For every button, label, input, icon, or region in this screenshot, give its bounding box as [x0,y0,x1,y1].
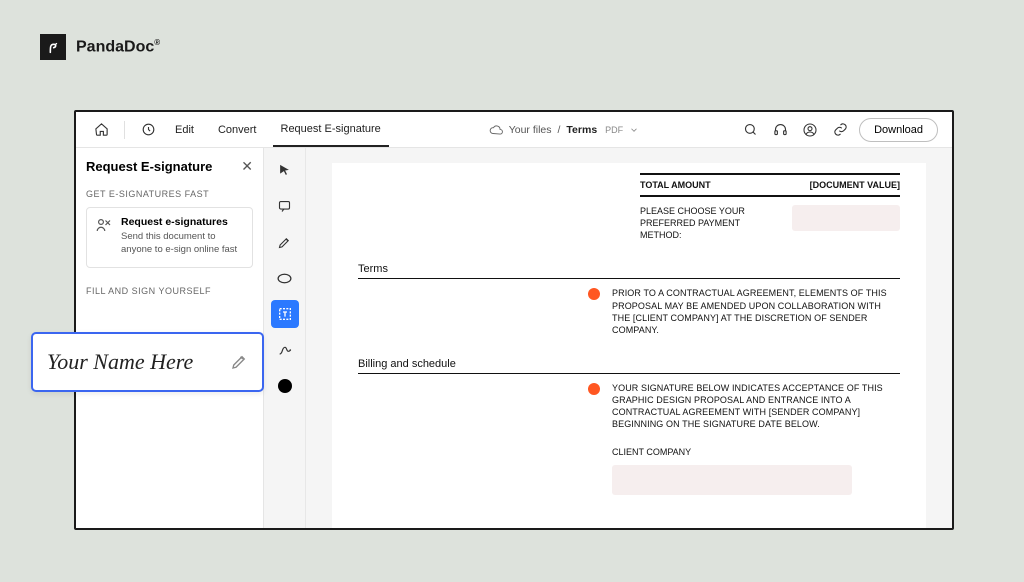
recent-icon[interactable] [137,119,159,141]
crumb-current[interactable]: Terms [566,124,597,136]
client-company-label: CLIENT COMPANY [612,447,900,457]
section-get-fast-label: GET E-SIGNATURES FAST [86,189,253,199]
section-rule [358,373,900,374]
topbar: Edit Convert Request E-signature Your fi… [76,112,952,148]
bullet-dot-icon [588,288,600,300]
pen-icon[interactable] [271,228,299,256]
request-esign-card[interactable]: Request e-signatures Send this document … [86,207,253,268]
draw-icon[interactable] [271,336,299,364]
brand-mark-icon [40,34,66,60]
file-type-badge: PDF [605,125,623,135]
panel-title: Request E-signature [86,159,212,174]
brand-logo: PandaDoc® [40,34,160,60]
app-window: Edit Convert Request E-signature Your fi… [74,110,954,530]
home-icon[interactable] [90,119,112,141]
total-amount-value: [DOCUMENT VALUE] [810,180,900,190]
headphones-icon[interactable] [769,119,791,141]
lasso-icon[interactable] [271,264,299,292]
total-amount-label: TOTAL AMOUNT [640,180,711,190]
crumb-root[interactable]: Your files [509,124,552,136]
tab-edit[interactable]: Edit [167,112,202,147]
section-fill-sign-label: FILL AND SIGN YOURSELF [86,286,253,296]
tab-request-esignature[interactable]: Request E-signature [273,112,389,147]
payment-method-field[interactable] [792,205,900,231]
bullet-dot-icon [588,383,600,395]
section-billing-heading: Billing and schedule [358,358,900,370]
account-icon[interactable] [799,119,821,141]
client-signature-field[interactable] [612,465,852,495]
people-sign-icon [95,216,113,234]
download-button[interactable]: Download [859,118,938,142]
chevron-down-icon[interactable] [629,125,639,135]
document-canvas[interactable]: TOTAL AMOUNT [DOCUMENT VALUE] PLEASE CHO… [306,148,952,528]
section-terms-heading: Terms [358,263,900,275]
card-title: Request e-signatures [121,216,244,228]
tab-convert[interactable]: Convert [210,112,265,147]
link-icon[interactable] [829,119,851,141]
signature-field[interactable]: Your Name Here [31,332,264,392]
payment-method-label: PLEASE CHOOSE YOUR PREFERRED PAYMENT MET… [640,205,780,241]
terms-text: PRIOR TO A CONTRACTUAL AGREEMENT, ELEMEN… [612,287,900,336]
cloud-icon [489,123,503,137]
separator [124,121,125,139]
search-icon[interactable] [739,119,761,141]
billing-text: YOUR SIGNATURE BELOW INDICATES ACCEPTANC… [612,382,900,431]
document-page: TOTAL AMOUNT [DOCUMENT VALUE] PLEASE CHO… [332,163,926,528]
cursor-icon[interactable] [271,156,299,184]
close-icon[interactable]: ✕ [241,158,253,175]
toolstrip [264,148,306,528]
breadcrumb: Your files / Terms PDF [489,123,639,137]
textbox-icon[interactable] [271,300,299,328]
comment-icon[interactable] [271,192,299,220]
card-body: Send this document to anyone to e-sign o… [121,231,244,257]
pencil-icon[interactable] [230,353,248,371]
brand-name: PandaDoc® [76,38,160,56]
color-dot[interactable] [271,372,299,400]
signature-placeholder: Your Name Here [47,349,220,375]
section-rule [358,278,900,279]
